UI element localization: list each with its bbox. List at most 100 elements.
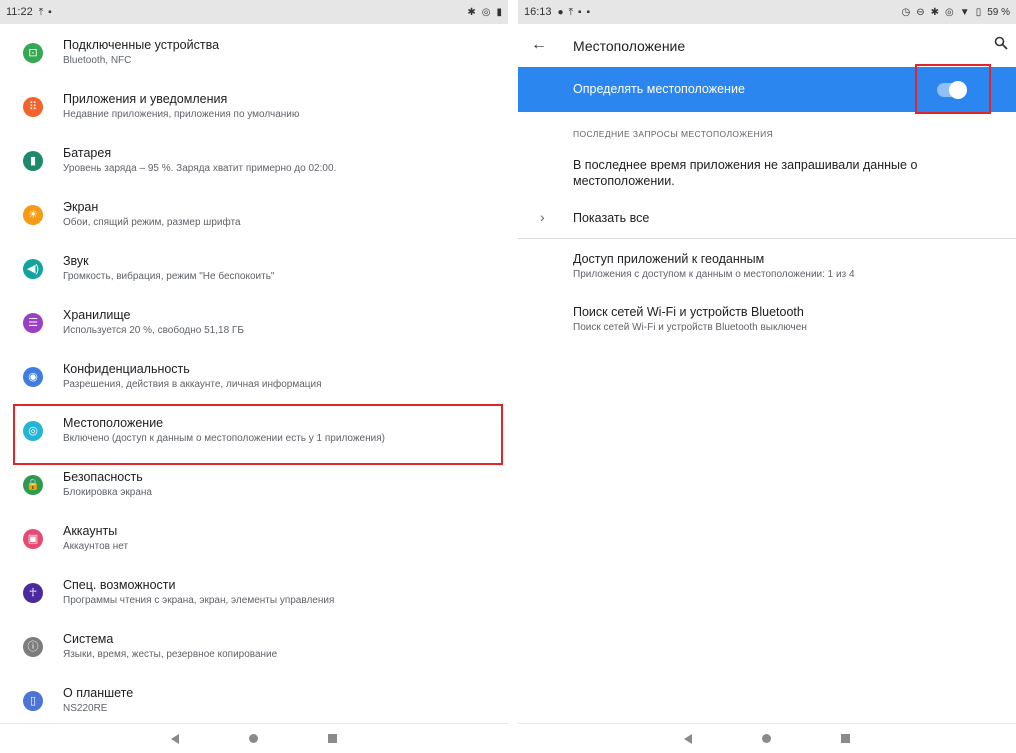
apps-icon: ⠿: [23, 97, 43, 117]
setting-title: Безопасность: [63, 470, 143, 484]
divider: [518, 238, 1016, 239]
battery-icon: ▯: [975, 6, 982, 18]
setting-item[interactable]: ☰ Хранилище Используется 20 %, свободно 51…: [0, 300, 508, 354]
setting-item[interactable]: ☥ Спец. возможности Программы чтения с экр…: [0, 570, 508, 624]
setting-item[interactable]: ◉ Конфиденциальность Разрешения, действия …: [0, 354, 508, 408]
battery-icon: ▮: [496, 6, 502, 18]
page-title: Местоположение: [573, 38, 686, 54]
app-bar: ← Местоположение: [518, 24, 1016, 67]
setting-title: Хранилище: [63, 308, 131, 322]
setting-subtitle: Программы чтения с экрана, экран, элемен…: [63, 595, 335, 606]
location-toggle-label: Определять местоположение: [573, 82, 745, 96]
item-subtitle: Приложения с доступом к данным о местопо…: [573, 269, 855, 280]
setting-item[interactable]: ⠿ Приложения и уведомления Недавние прилож…: [0, 84, 508, 138]
show-all-label: Показать все: [573, 211, 650, 225]
item-subtitle: Поиск сетей Wi‑Fi и устройств Bluetooth …: [573, 322, 807, 333]
setting-subtitle: Уровень заряда – 95 %. Заряда хватит при…: [63, 163, 337, 174]
setting-item[interactable]: ⊡ Подключенные устройства Bluetooth, NFC: [0, 30, 508, 84]
location-toggle-row[interactable]: Определять местоположение: [518, 67, 1016, 112]
setting-title: Местоположение: [63, 416, 164, 430]
setting-title: Звук: [63, 254, 89, 268]
setting-title: Спец. возможности: [63, 578, 176, 592]
setting-subtitle: Языки, время, жесты, резервное копирован…: [63, 649, 278, 660]
back-arrow-icon[interactable]: ←: [531, 36, 547, 54]
home-nav-icon[interactable]: [762, 734, 771, 743]
setting-title: Экран: [63, 200, 99, 214]
status-bar: 11:22 ⤒ ▪ ✱ ◎ ▮: [0, 0, 508, 24]
devices-icon: ⊡: [23, 43, 43, 63]
no-requests-text: В последнее время приложения не запрашив…: [573, 158, 918, 188]
home-nav-icon[interactable]: [249, 734, 258, 743]
upload-icon: ⤒: [568, 6, 573, 18]
file-icon: ▪: [578, 6, 582, 18]
recents-nav-icon[interactable]: [841, 734, 850, 743]
back-nav-icon[interactable]: [684, 733, 692, 744]
bluetooth-icon: ✱: [930, 6, 940, 18]
security-lock-icon: 🔒: [23, 475, 43, 495]
status-time: 16:13: [524, 6, 552, 18]
recents-nav-icon[interactable]: [328, 734, 337, 743]
setting-subtitle: Обои, спящий режим, размер шрифта: [63, 217, 241, 228]
sd-card-icon: ▪: [48, 6, 52, 18]
location-icon: ◎: [23, 421, 43, 441]
chevron-right-icon: ›: [540, 209, 545, 225]
setting-item[interactable]: ◀) Звук Громкость, вибрация, режим "Не бес…: [0, 246, 508, 300]
storage-icon: ☰: [23, 313, 43, 333]
back-nav-icon[interactable]: [171, 733, 179, 744]
setting-subtitle: Громкость, вибрация, режим "Не беспокоит…: [63, 271, 275, 282]
bluetooth-icon: ✱: [467, 6, 476, 18]
location-screen: 16:13 ● ⤒ ▪ ▪ ◷ ⊖ ✱ ◎ ▼ ▯ 59 % ← Местопо…: [518, 0, 1016, 753]
battery-percent: 59 %: [987, 6, 1010, 18]
location-icon: ◎: [945, 6, 954, 18]
sound-icon: ◀): [23, 259, 43, 279]
location-icon: ◎: [481, 6, 491, 18]
show-all-row[interactable]: › Показать все: [518, 202, 1016, 236]
accounts-icon: ▣: [23, 529, 43, 549]
item-title: Доступ приложений к геоданным: [573, 252, 765, 266]
tablet-icon: ▯: [23, 691, 43, 711]
settings-list: ⊡ Подключенные устройства Bluetooth, NFC ⠿ П…: [0, 30, 508, 732]
setting-title: Система: [63, 632, 114, 646]
location-switch[interactable]: [937, 81, 967, 99]
accessibility-icon: ☥: [23, 583, 43, 603]
wifi-icon: ▼: [959, 6, 970, 18]
setting-title: Аккаунты: [63, 524, 118, 538]
vibrate-icon: ⊖: [916, 6, 925, 18]
setting-item[interactable]: ▮ Батарея Уровень заряда – 95 %. Заряда хв…: [0, 138, 508, 192]
status-bar: 16:13 ● ⤒ ▪ ▪ ◷ ⊖ ✱ ◎ ▼ ▯ 59 %: [518, 0, 1016, 24]
setting-item[interactable]: ☀ Экран Обои, спящий режим, размер шрифта: [0, 192, 508, 246]
setting-title: О планшете: [63, 686, 134, 700]
setting-subtitle: NS220RE: [63, 703, 108, 714]
setting-subtitle: Недавние приложения, приложения по умолч…: [63, 109, 300, 120]
setting-title: Батарея: [63, 146, 112, 160]
settings-screen: 11:22 ⤒ ▪ ✱ ◎ ▮ ⊡ Подключенные устройства…: [0, 0, 508, 753]
setting-subtitle: Включено (доступ к данным о местоположен…: [63, 433, 385, 444]
display-icon: ☀: [23, 205, 43, 225]
setting-title: Конфиденциальность: [63, 362, 190, 376]
recent-requests-header: ПОСЛЕДНИЕ ЗАПРОСЫ МЕСТОПОЛОЖЕНИЯ: [573, 129, 774, 139]
navigation-bar: [0, 723, 508, 753]
app-location-access-item[interactable]: Доступ приложений к геоданным Приложения…: [573, 252, 855, 280]
battery-icon: ▮: [23, 151, 43, 171]
item-title: Поиск сетей Wi‑Fi и устройств Bluetooth: [573, 305, 804, 319]
sd-card-icon: ▪: [586, 6, 591, 18]
upload-icon: ⤒: [38, 6, 44, 18]
setting-subtitle: Блокировка экрана: [63, 487, 152, 498]
privacy-icon: ◉: [23, 367, 43, 387]
wifi-bluetooth-scanning-item[interactable]: Поиск сетей Wi‑Fi и устройств Bluetooth …: [573, 305, 807, 333]
switch-knob: [949, 81, 967, 99]
setting-item[interactable]: ⓘ Система Языки, время, жесты, резервное к…: [0, 624, 508, 678]
setting-item[interactable]: 🔒 Безопасность Блокировка экрана: [0, 462, 508, 516]
navigation-bar: [518, 723, 1016, 753]
setting-subtitle: Используется 20 %, свободно 51,18 ГБ: [63, 325, 244, 336]
setting-subtitle: Аккаунтов нет: [63, 541, 129, 552]
alarm-icon: ◷: [901, 6, 911, 18]
setting-title: Приложения и уведомления: [63, 92, 228, 106]
system-info-icon: ⓘ: [23, 637, 43, 657]
cloud-icon: ●: [557, 6, 564, 18]
setting-item[interactable]: ◎ Местоположение Включено (доступ к данным…: [0, 408, 508, 462]
setting-title: Подключенные устройства: [63, 38, 220, 52]
search-icon[interactable]: [994, 36, 1008, 50]
setting-subtitle: Разрешения, действия в аккаунте, личная …: [63, 379, 322, 390]
setting-item[interactable]: ▣ Аккаунты Аккаунтов нет: [0, 516, 508, 570]
